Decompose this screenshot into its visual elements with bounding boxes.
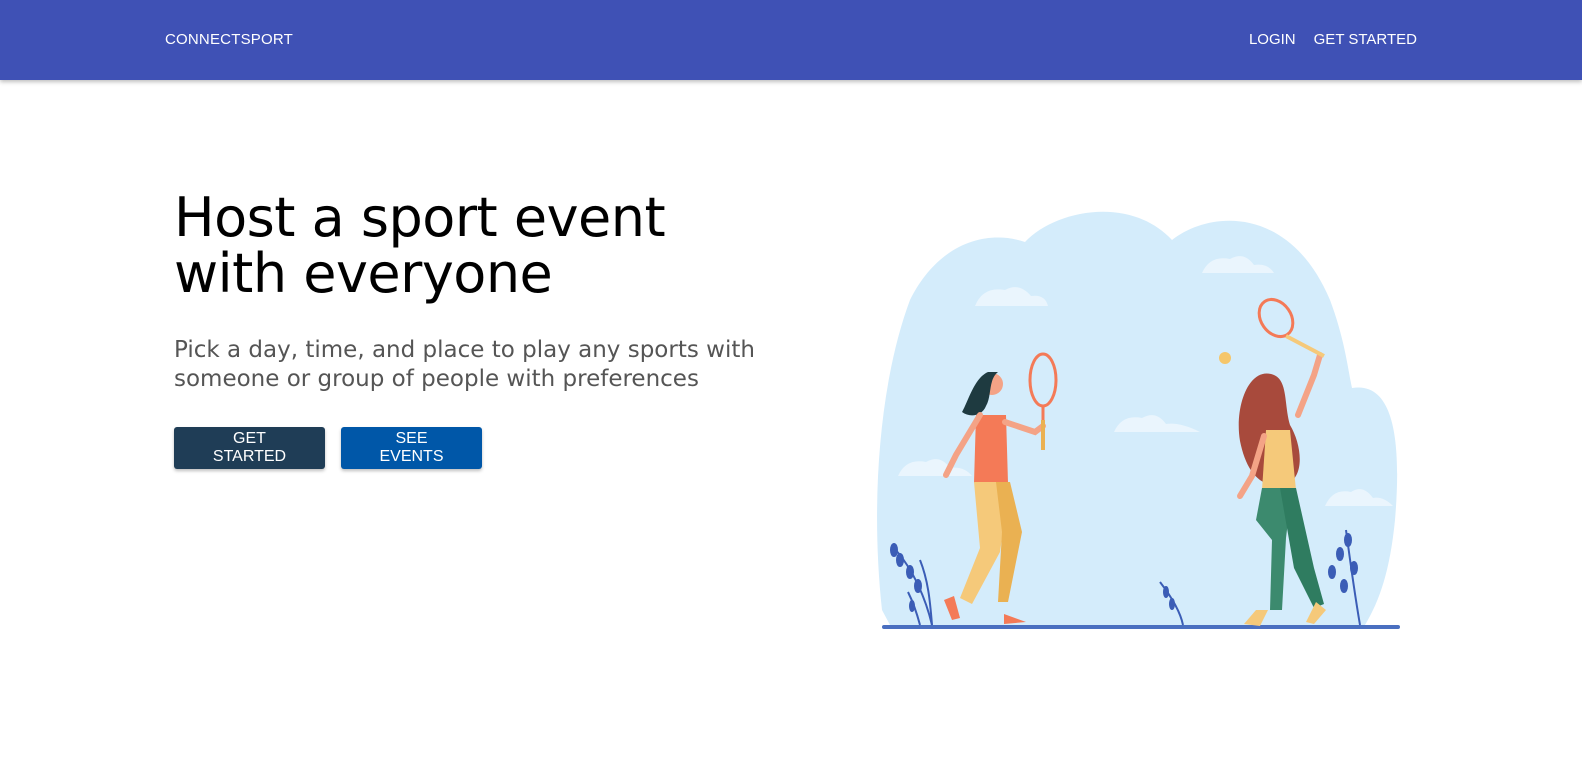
ground-line (882, 625, 1400, 629)
see-events-button[interactable]: SEE EVENTS (341, 427, 482, 469)
brand-logo[interactable]: CONNECTSPORT (165, 31, 293, 48)
login-link[interactable]: LOGIN (1249, 31, 1296, 48)
hero-actions: GET STARTED SEE EVENTS (174, 427, 814, 469)
get-started-button[interactable]: GET STARTED (174, 427, 325, 469)
hero-title: Host a sport event with everyone (174, 186, 666, 305)
get-started-link[interactable]: GET STARTED (1314, 31, 1417, 48)
hero-section: Host a sport event with everyone Pick a … (174, 190, 814, 469)
tennis-illustration-svg (877, 211, 1400, 629)
tennis-illustration (870, 200, 1410, 640)
tennis-ball (1219, 352, 1231, 364)
app-bar: CONNECTSPORT LOGIN GET STARTED (0, 0, 1582, 80)
hero-subtitle: Pick a day, time, and place to play any … (174, 337, 755, 392)
top-nav: LOGIN GET STARTED (1249, 31, 1417, 48)
